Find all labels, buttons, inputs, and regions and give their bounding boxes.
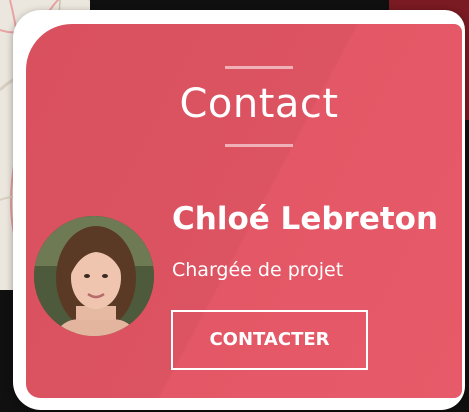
avatar <box>34 216 154 336</box>
person-role: Chargée de projet <box>172 259 344 281</box>
contact-card: Contact Chloé Lebreton Chargée de projet… <box>26 24 462 398</box>
contact-button[interactable]: CONTACTER <box>171 310 368 370</box>
card-title: Contact <box>179 81 339 127</box>
person-photo-icon <box>34 216 154 336</box>
person-name: Chloé Lebreton <box>172 201 439 237</box>
title-bottom-rule <box>225 144 293 147</box>
screenshot-stage: Contact Chloé Lebreton Chargée de projet… <box>0 0 469 412</box>
title-top-rule <box>225 66 293 69</box>
